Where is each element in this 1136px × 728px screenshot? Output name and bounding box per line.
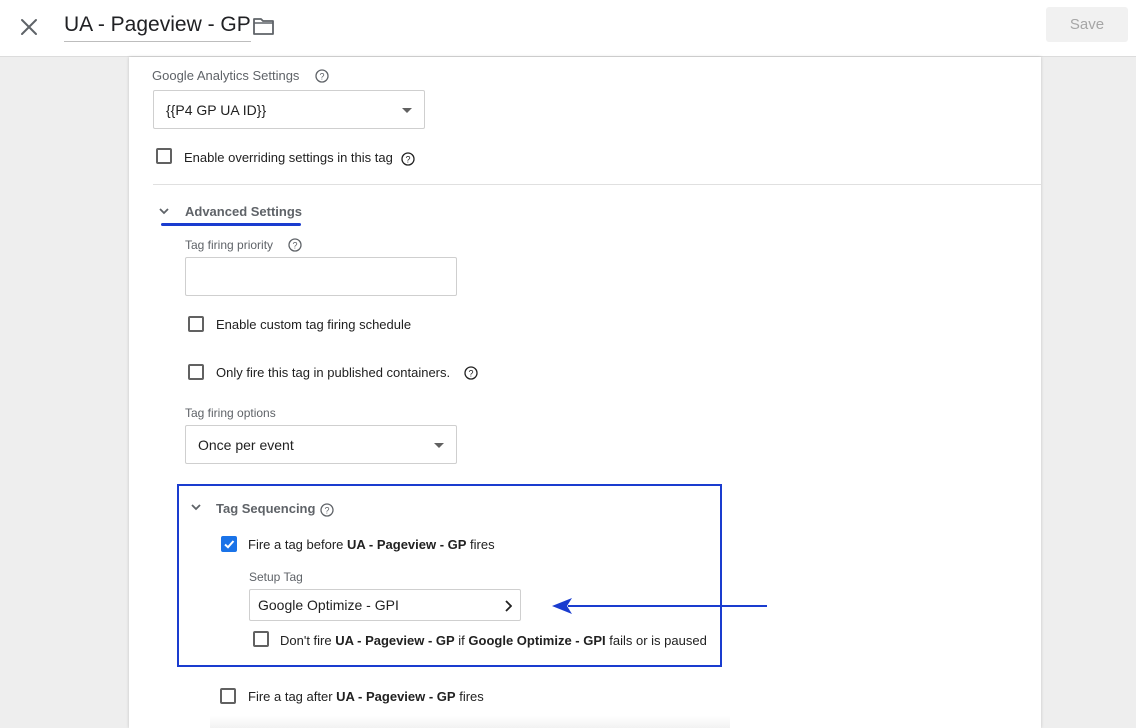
section-divider <box>153 184 1041 185</box>
fire-before-label: Fire a tag before UA - Pageview - GP fir… <box>248 537 495 552</box>
dont-fire-setup-name: Google Optimize - GPI <box>468 633 606 648</box>
scroll-fade <box>210 716 730 728</box>
help-icon[interactable]: ? <box>288 238 302 252</box>
svg-text:?: ? <box>405 155 410 165</box>
setup-tag-selector[interactable]: Google Optimize - GPI <box>249 589 521 621</box>
close-icon[interactable] <box>16 14 42 40</box>
svg-text:?: ? <box>468 369 473 379</box>
help-icon[interactable]: ? <box>401 152 415 166</box>
top-bar: UA - Pageview - GP Save <box>0 0 1136 57</box>
ga-settings-label: Google Analytics Settings <box>152 68 300 83</box>
fire-before-checkbox[interactable] <box>221 536 237 552</box>
dont-fire-label: Don't fire UA - Pageview - GP if Google … <box>280 633 707 648</box>
dont-fire-suffix: fails or is paused <box>605 633 707 648</box>
ga-settings-value: {{P4 GP UA ID}} <box>166 101 267 118</box>
checkmark-icon <box>224 540 235 549</box>
help-icon[interactable]: ? <box>464 366 478 380</box>
setup-tag-label: Setup Tag <box>249 570 303 584</box>
fire-after-checkbox[interactable] <box>220 688 236 704</box>
published-only-checkbox[interactable] <box>188 364 204 380</box>
svg-text:?: ? <box>292 241 297 251</box>
dont-fire-checkbox[interactable] <box>253 631 269 647</box>
fire-before-tag-name: UA - Pageview - GP <box>347 537 467 552</box>
tag-configuration-card: Google Analytics Settings ? {{P4 GP UA I… <box>129 57 1041 728</box>
tag-firing-priority-input[interactable] <box>185 257 457 296</box>
save-button[interactable]: Save <box>1046 7 1128 42</box>
advanced-settings-heading[interactable]: Advanced Settings <box>185 204 302 219</box>
folder-icon[interactable] <box>252 15 276 37</box>
tag-firing-priority-label: Tag firing priority <box>185 238 274 252</box>
dont-fire-tag-name: UA - Pageview - GP <box>335 633 455 648</box>
fire-before-suffix: fires <box>466 537 495 552</box>
fire-after-tag-name: UA - Pageview - GP <box>336 689 456 704</box>
dont-fire-prefix: Don't fire <box>280 633 336 648</box>
fire-after-label: Fire a tag after UA - Pageview - GP fire… <box>248 689 484 704</box>
annotation-underline <box>161 223 301 226</box>
override-settings-checkbox[interactable] <box>156 148 172 164</box>
fire-before-prefix: Fire a tag before <box>248 537 347 552</box>
chevron-right-icon <box>505 600 512 612</box>
setup-tag-value: Google Optimize - GPI <box>258 597 399 613</box>
help-icon[interactable]: ? <box>320 503 334 517</box>
chevron-down-icon[interactable] <box>190 501 202 513</box>
dont-fire-middle: if <box>454 633 469 648</box>
override-settings-label: Enable overriding settings in this tag <box>184 150 393 165</box>
tag-name-input[interactable]: UA - Pageview - GP <box>64 13 251 42</box>
fire-after-prefix: Fire a tag after <box>248 689 337 704</box>
tag-firing-options-select[interactable]: Once per event <box>185 425 457 464</box>
svg-text:?: ? <box>319 72 324 82</box>
dropdown-caret-icon <box>434 442 444 448</box>
help-icon[interactable]: ? <box>315 69 329 83</box>
tag-firing-options-value: Once per event <box>198 436 294 453</box>
fire-after-suffix: fires <box>455 689 484 704</box>
custom-schedule-checkbox[interactable] <box>188 316 204 332</box>
ga-settings-select[interactable]: {{P4 GP UA ID}} <box>153 90 425 129</box>
chevron-down-icon[interactable] <box>158 205 170 217</box>
svg-text:?: ? <box>324 506 329 516</box>
annotation-arrow-icon <box>552 598 767 614</box>
custom-schedule-label: Enable custom tag firing schedule <box>216 317 412 332</box>
dropdown-caret-icon <box>402 107 412 113</box>
tag-sequencing-heading[interactable]: Tag Sequencing <box>216 501 315 516</box>
tag-firing-options-label: Tag firing options <box>185 406 276 420</box>
published-only-label: Only fire this tag in published containe… <box>216 365 451 380</box>
